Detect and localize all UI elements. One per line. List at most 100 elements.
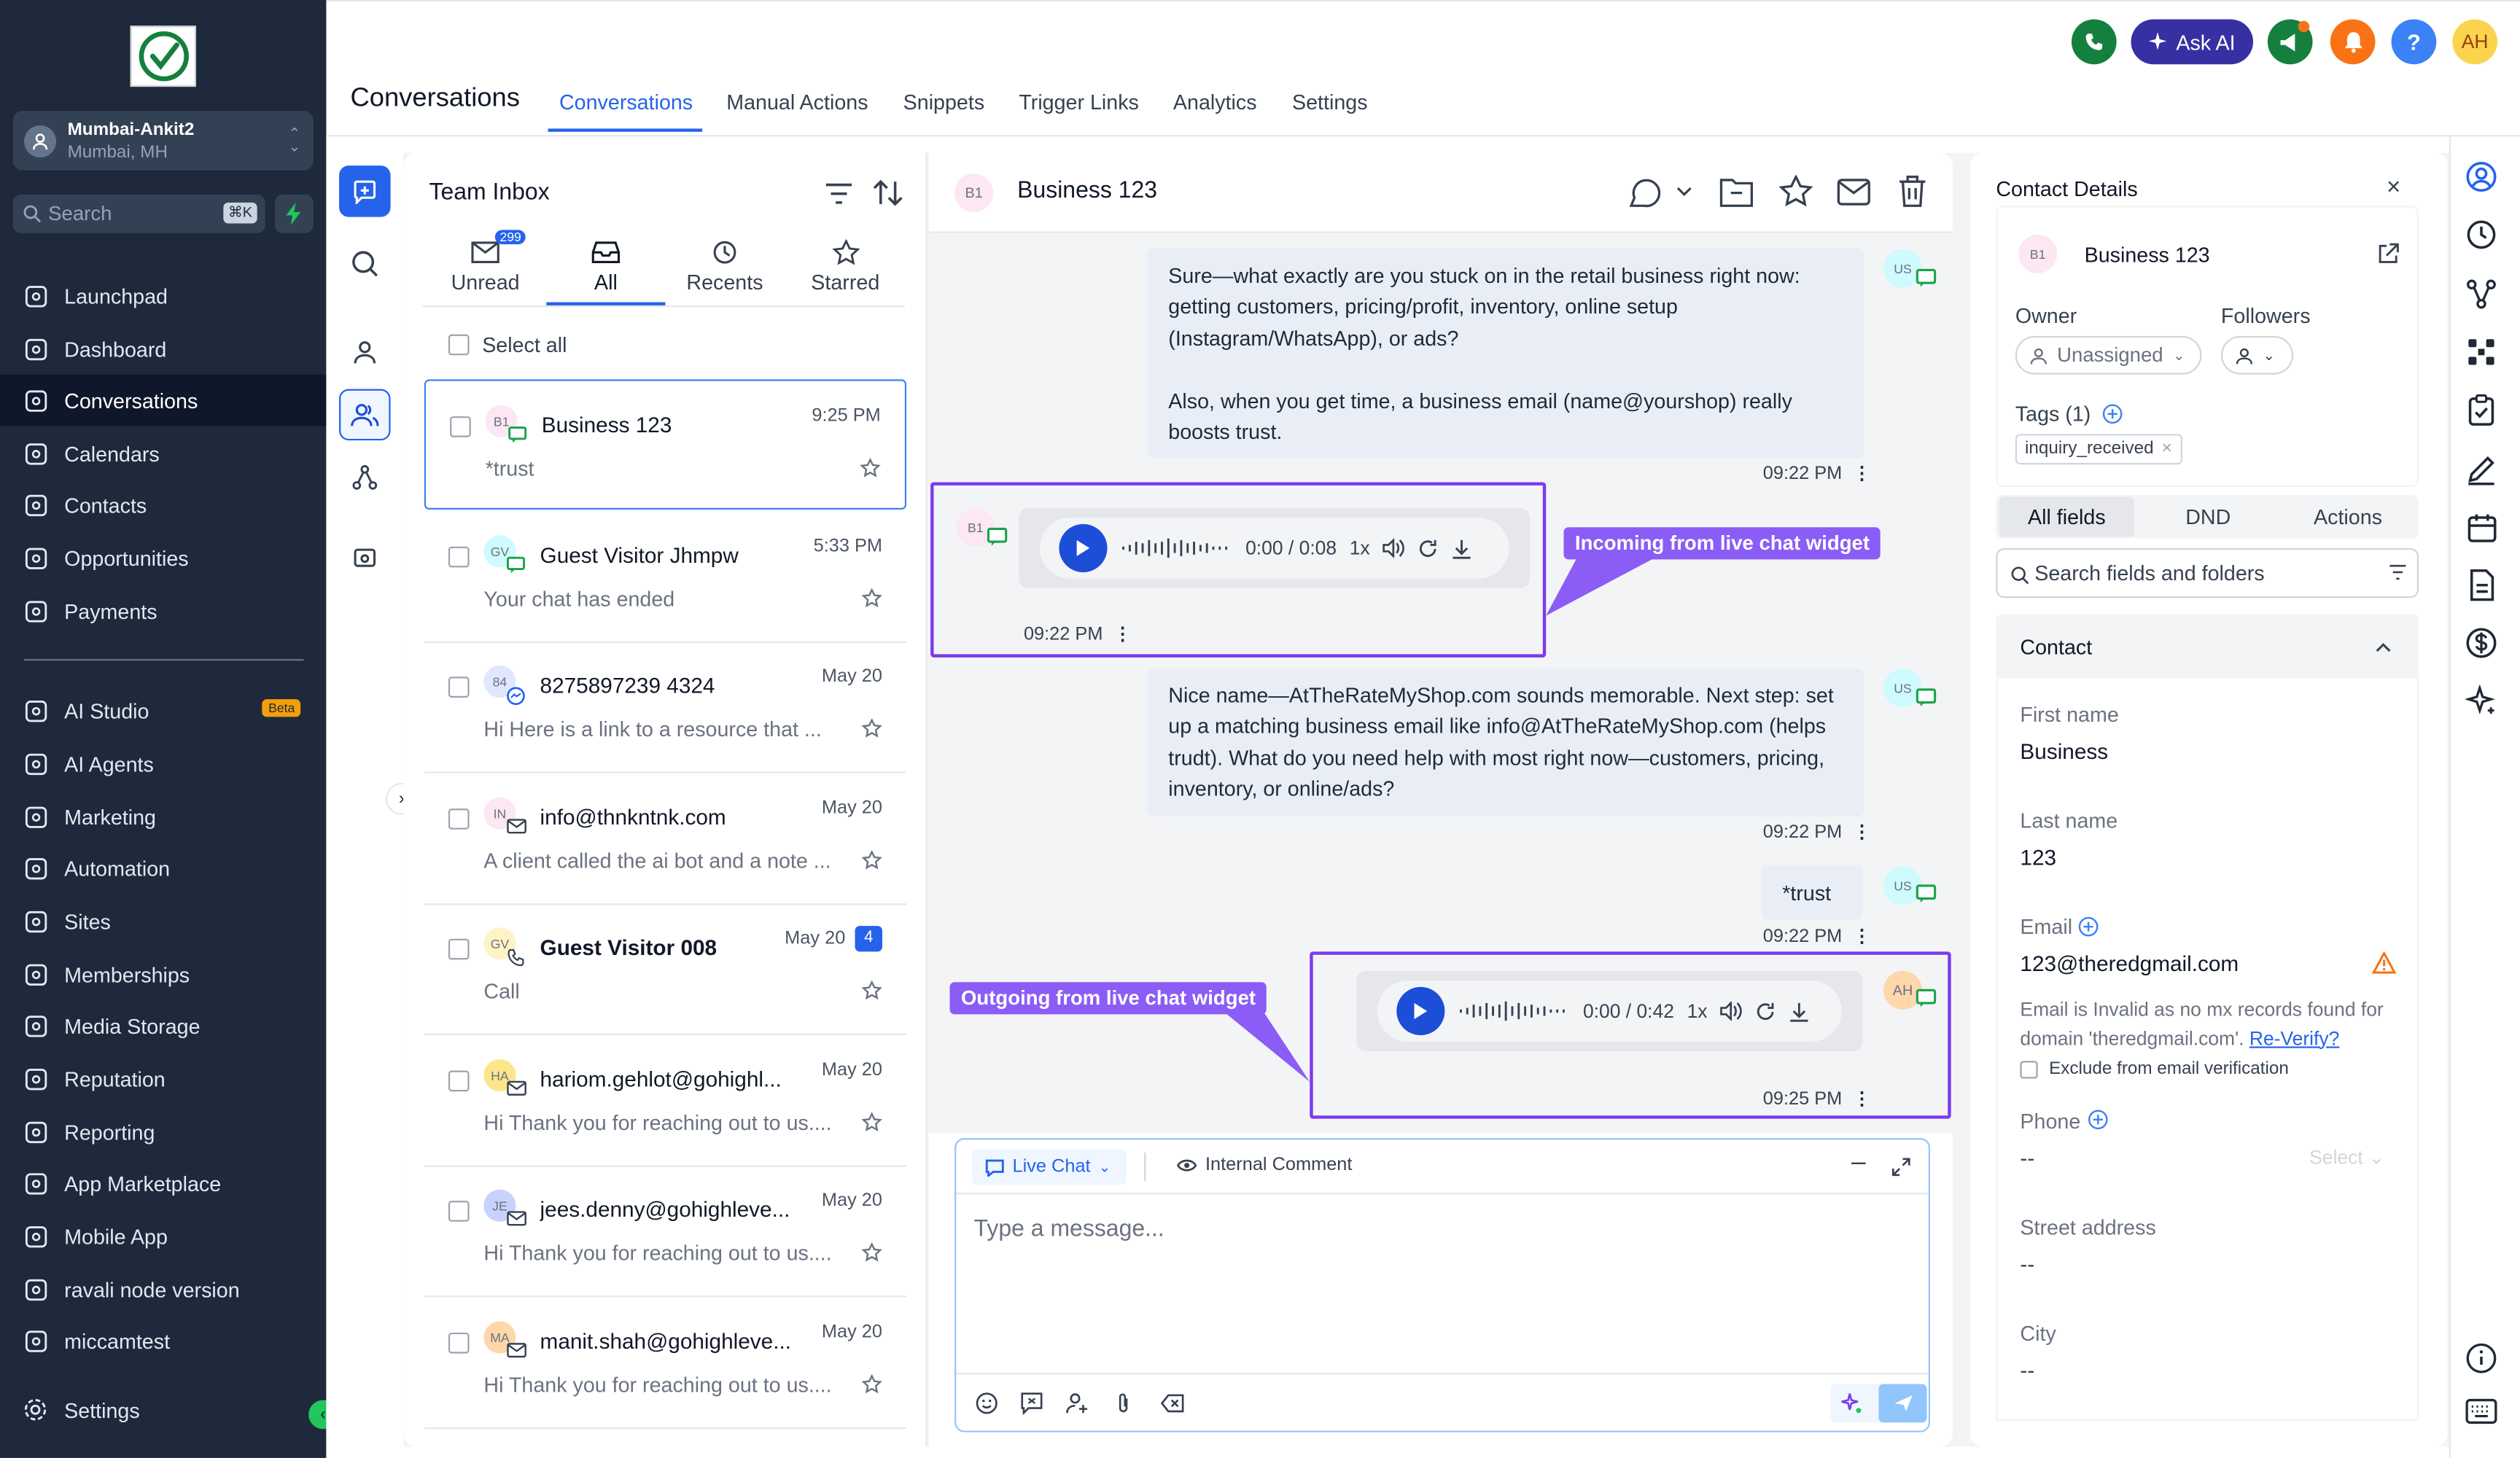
star-icon[interactable] [861,718,882,738]
message-menu-icon[interactable]: ⋮ [1853,822,1870,842]
filter-tab-all[interactable]: All [546,235,665,295]
sidebar-item-calendars[interactable]: Calendars [0,428,326,480]
rail-team-inbox-button[interactable] [339,389,391,441]
sidebar-item-app-marketplace[interactable]: App Marketplace [0,1158,326,1209]
star-icon[interactable] [861,1374,882,1394]
conversation-item[interactable]: MA manit.shah@gohighleve... May 20 Hi Thank… [424,1297,907,1430]
user-avatar[interactable]: AH [2452,19,2498,65]
tab-conversations[interactable]: Conversations [559,90,693,114]
tab-trigger-links[interactable]: Trigger Links [1019,90,1139,114]
clear-icon[interactable] [1160,1394,1184,1413]
star-icon[interactable] [860,458,881,477]
ai-sparkle-icon[interactable] [1840,1392,1863,1415]
tab-actions[interactable]: Actions [2280,496,2415,537]
sidebar-item-opportunities[interactable]: Opportunities [0,532,326,584]
tab-snippets[interactable]: Snippets [903,90,985,114]
sidebar-item-marketing[interactable]: Marketing [0,791,326,843]
announcements-button[interactable] [2267,19,2313,65]
select-all-checkbox[interactable] [448,334,470,356]
star-icon[interactable] [861,1112,882,1132]
appointments-button[interactable] [2462,508,2501,547]
tab-manual-actions[interactable]: Manual Actions [726,90,868,114]
attachment-icon[interactable] [1116,1392,1132,1415]
new-message-button[interactable] [339,165,391,217]
sidebar-item-ai-studio[interactable]: AI Studio Beta [0,685,326,736]
help-button[interactable]: ? [2391,19,2437,65]
owner-select[interactable]: Unassigned ⌄ [2015,335,2202,375]
sidebar-item-memberships[interactable]: Memberships [0,948,326,1000]
tab-dnd[interactable]: DND [2141,496,2276,537]
tab-all-fields[interactable]: All fields [1999,496,2134,537]
message-menu-icon[interactable]: ⋮ [1853,463,1870,483]
select-all[interactable]: Select all [448,332,567,357]
filter-tab-recents[interactable]: Recents [665,235,784,295]
sidebar-item-dashboard[interactable]: Dashboard [0,323,326,375]
info-button[interactable] [2462,1339,2501,1378]
conversation-item[interactable]: IN info@thnkntnk.com May 20 A client called… [424,773,907,905]
opportunities-button[interactable] [2462,275,2501,313]
phone-type-select[interactable]: Select ⌄ [2309,1146,2384,1169]
star-icon[interactable] [1778,175,1813,207]
field-search-input[interactable]: Search fields and folders [1996,547,2419,599]
filter-icon[interactable] [825,182,854,206]
payments-button[interactable] [2462,624,2501,663]
app-logo[interactable] [130,26,196,87]
exclude-checkbox[interactable] [2020,1060,2038,1078]
filter-icon[interactable] [2388,564,2407,580]
channel-select[interactable]: Live Chat ⌄ [972,1149,1127,1185]
conversation-item[interactable]: GV Guest Visitor 008 May 20 Call 4 [424,903,907,1036]
star-icon[interactable] [861,1242,882,1262]
sidebar-item-ravali-node-version[interactable]: ravali node version [0,1263,326,1315]
message-menu-icon[interactable]: ⋮ [1853,926,1870,946]
conversation-checkbox[interactable] [448,808,470,830]
add-user-icon[interactable] [1065,1392,1089,1415]
expand-icon[interactable] [1891,1158,1910,1177]
activity-button[interactable] [2462,215,2501,254]
star-icon[interactable] [861,588,882,608]
conversation-checkbox[interactable] [448,677,470,698]
conversation-item[interactable]: HA hariom.gehlot@gohighl... May 20 Hi Thank… [424,1035,907,1167]
reverify-link[interactable]: Re-Verify? [2249,1026,2339,1049]
star-icon[interactable] [861,981,882,1000]
rail-my-inbox-button[interactable] [339,327,391,378]
snippet-icon[interactable] [1021,1392,1043,1415]
sidebar-item-settings[interactable]: Settings [0,1384,326,1436]
trash-icon[interactable] [1898,175,1927,207]
sidebar-item-payments[interactable]: Payments [0,585,326,637]
conversation-checkbox[interactable] [448,546,470,568]
email-value[interactable]: 123@theredgmail.com [2020,951,2239,975]
conversation-item[interactable]: JE jees.denny@gohighleve... May 20 Hi Thank… [424,1166,907,1298]
ai-actions-button[interactable] [2462,682,2501,720]
conversation-checkbox[interactable] [450,416,471,437]
internal-comment-tab[interactable]: Internal Comment [1176,1155,1352,1175]
sidebar-item-miccamtest[interactable]: miccamtest [0,1315,326,1367]
rail-workflow-button[interactable] [339,452,391,504]
notifications-button[interactable] [2330,19,2376,65]
emoji-icon[interactable] [976,1392,998,1415]
tab-settings[interactable]: Settings [1292,90,1368,114]
tag-chip[interactable]: inquiry_received × [2015,434,2182,465]
city-value[interactable]: -- [2020,1358,2034,1382]
conversation-checkbox[interactable] [448,938,470,960]
followers-select[interactable]: ⌄ [2220,335,2294,375]
filter-tab-unread[interactable]: 299 Unread [426,230,545,295]
sidebar-item-reporting[interactable]: Reporting [0,1106,326,1158]
add-phone-icon[interactable] [2088,1109,2109,1130]
integrations-button[interactable] [2462,332,2501,371]
sidebar-search[interactable]: Search ⌘K [12,194,265,233]
conversation-item[interactable]: 84 8275897239 4324 May 20 Hi Here is a link… [424,642,907,773]
first-name-value[interactable]: Business [2020,739,2108,763]
folder-icon[interactable] [1719,177,1754,208]
minimize-icon[interactable]: – [1851,1150,1866,1179]
conversation-checkbox[interactable] [448,1201,470,1222]
conversation-checkbox[interactable] [448,1070,470,1092]
remove-tag-icon[interactable]: × [2162,439,2172,460]
close-icon[interactable]: × [2387,174,2400,200]
rail-archive-button[interactable] [339,532,391,584]
tasks-button[interactable] [2462,391,2501,429]
documents-button[interactable] [2462,566,2501,604]
conversation-item[interactable]: GV Guest Visitor Jhmpw 5:33 PM Your chat ha… [424,511,907,643]
conversation-item[interactable]: B1 Business 123 9:25 PM *trust [424,379,907,510]
call-menu-icon[interactable] [1626,175,1661,211]
exclude-verification[interactable]: Exclude from email verification [2020,1059,2289,1079]
